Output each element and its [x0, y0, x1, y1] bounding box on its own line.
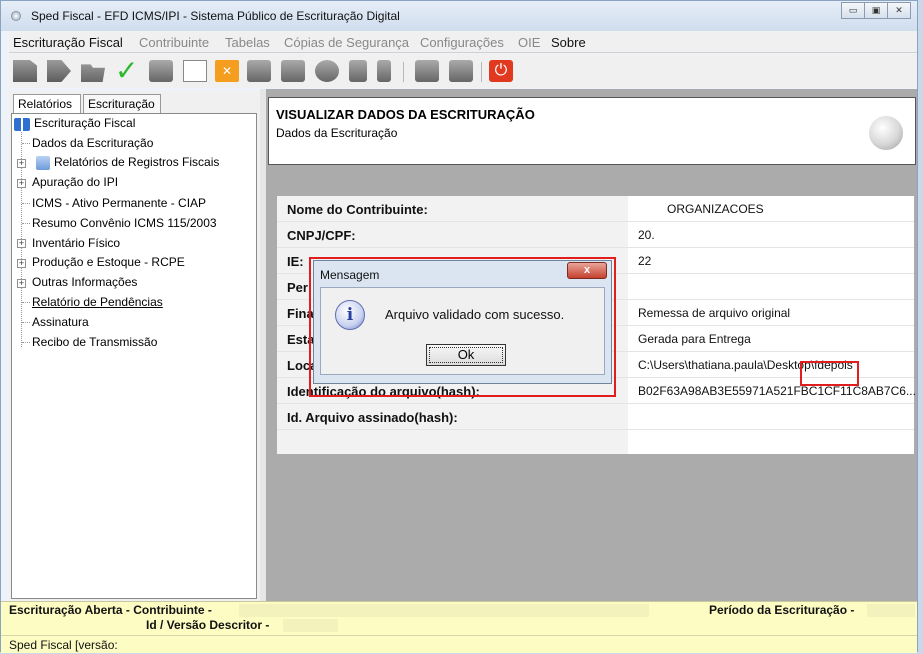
tree-item-producao[interactable]: Produção e Estoque - RCPE	[32, 255, 185, 269]
row-label: Per	[287, 280, 308, 295]
window-title: Sped Fiscal - EFD ICMS/IPI - Sistema Púb…	[31, 9, 400, 23]
expand-icon[interactable]: +	[17, 159, 26, 168]
toolbar-separator	[403, 62, 404, 82]
tree-item-ciap[interactable]: ICMS - Ativo Permanente - CIAP	[32, 196, 206, 210]
dialog-message: Arquivo validado com sucesso.	[385, 307, 565, 322]
save-icon[interactable]	[415, 60, 439, 82]
row-label: IE:	[287, 254, 304, 269]
menu-contribuinte[interactable]: Contribuinte	[139, 35, 209, 50]
info-icon: i	[335, 300, 365, 330]
cancel-x-icon[interactable]: ✕	[215, 60, 239, 82]
tree-item-assinatura[interactable]: Assinatura	[32, 315, 89, 329]
highlight-box-path	[800, 361, 859, 386]
book-icon	[14, 118, 30, 131]
expand-icon[interactable]: +	[17, 179, 26, 188]
ok-button[interactable]: Ok	[426, 344, 506, 366]
row-label: CNPJ/CPF:	[287, 228, 356, 243]
status-contribuinte: Escrituração Aberta - Contribuinte -	[9, 603, 212, 617]
validate-check-icon[interactable]: ✓	[115, 57, 139, 85]
expand-icon[interactable]: +	[17, 259, 26, 268]
tree-item-convenio[interactable]: Resumo Convênio ICMS 115/2003	[32, 216, 217, 230]
window-controls: ▭ ▣ ✕	[841, 2, 911, 19]
expand-icon[interactable]: +	[17, 239, 26, 248]
tree-item-relatorios-registros[interactable]: Relatórios de Registros Fiscais	[54, 155, 219, 169]
tree-root[interactable]: Escrituração Fiscal	[34, 116, 135, 130]
tree-item-dados[interactable]: Dados da Escrituração	[32, 136, 153, 150]
menu-tabelas[interactable]: Tabelas	[225, 35, 270, 50]
exit-power-icon[interactable]: ⏻	[489, 60, 513, 82]
transmit-globe-icon[interactable]	[315, 60, 339, 82]
tab-relatorios[interactable]: Relatórios	[13, 94, 81, 114]
save-as-icon[interactable]	[449, 60, 473, 82]
tree-item-pendencias[interactable]: Relatório de Pendências	[32, 295, 163, 309]
status-bar: Escrituração Aberta - Contribuinte - Per…	[1, 601, 917, 635]
grid-row: CNPJ/CPF: 20.	[277, 222, 914, 248]
menu-sobre[interactable]: Sobre	[551, 35, 586, 50]
close-button[interactable]: ✕	[887, 2, 911, 19]
grid-row: Nome do Contribuinte: ORGANIZACOES	[277, 196, 914, 222]
app-icon	[11, 11, 21, 21]
minimize-button[interactable]: ▭	[841, 2, 865, 19]
mail-icon[interactable]	[349, 60, 367, 82]
menu-configuracoes[interactable]: Configurações	[420, 35, 504, 50]
tree-item-outras[interactable]: Outras Informações	[32, 275, 137, 289]
title-bar: Sped Fiscal - EFD ICMS/IPI - Sistema Púb…	[1, 1, 917, 31]
row-value: ORGANIZACOES	[667, 202, 764, 216]
menu-copias-de-seguranca[interactable]: Cópias de Segurança	[284, 35, 409, 50]
row-value: 22	[638, 254, 652, 268]
row-value: B02F63A98AB3E55971A521FBC1CF11C8AB7C6...	[638, 384, 916, 398]
dialog-body: i Arquivo validado com sucesso. Ok	[320, 287, 605, 375]
dialog-close-button[interactable]: x	[567, 262, 607, 279]
row-value: Remessa de arquivo original	[638, 306, 791, 320]
left-panel: Relatórios Escrituração Escrituração Fis…	[9, 91, 260, 601]
open-folder-icon[interactable]	[81, 64, 105, 82]
page-subtitle: Dados da Escrituração	[276, 126, 398, 140]
globe-icon	[869, 116, 903, 150]
sign-icon[interactable]	[247, 60, 271, 82]
row-label: Id. Arquivo assinado(hash):	[287, 410, 458, 425]
report-tree: Escrituração Fiscal Dados da Escrituraçã…	[11, 113, 257, 599]
import-icon[interactable]	[47, 60, 71, 82]
menu-oie[interactable]: OIE	[518, 35, 540, 50]
status-versao: Sped Fiscal [versão:	[9, 638, 118, 652]
toolbar: ✓ ✕ ⏻	[9, 54, 917, 88]
menu-escrituracao-fiscal[interactable]: Escrituração Fiscal	[13, 35, 123, 50]
tree-item-recibo[interactable]: Recibo de Transmissão	[32, 335, 157, 349]
new-file-icon[interactable]	[13, 60, 37, 82]
tree-item-apuracao-ipi[interactable]: Apuração do IPI	[32, 175, 118, 189]
receipt-icon[interactable]	[377, 60, 391, 82]
notepad-icon[interactable]	[183, 60, 207, 82]
toolbar-separator	[481, 62, 482, 82]
status-versao-descritor: Id / Versão Descritor -	[146, 618, 270, 632]
row-value: 20.	[638, 228, 655, 242]
menu-bar: Escrituração Fiscal Contribuinte Tabelas…	[9, 31, 917, 53]
expand-icon[interactable]: +	[17, 279, 26, 288]
tree-item-inventario[interactable]: Inventário Físico	[32, 236, 120, 250]
page-title: VISUALIZAR DADOS DA ESCRITURAÇÃO	[276, 107, 535, 122]
app-window: Sped Fiscal - EFD ICMS/IPI - Sistema Púb…	[0, 0, 918, 653]
dialog-title: Mensagem	[320, 268, 380, 282]
tab-escrituracao[interactable]: Escrituração	[83, 94, 161, 114]
grid-row: Id. Arquivo assinado(hash):	[277, 404, 914, 430]
sign-batch-icon[interactable]	[281, 60, 305, 82]
maximize-button[interactable]: ▣	[864, 2, 888, 19]
version-bar: Sped Fiscal [versão:	[1, 635, 917, 653]
content-header: VISUALIZAR DADOS DA ESCRITURAÇÃO Dados d…	[268, 97, 916, 165]
message-dialog: Mensagem x i Arquivo validado com sucess…	[313, 260, 612, 384]
row-label: Nome do Contribuinte:	[287, 202, 428, 217]
row-value: Gerada para Entrega	[638, 332, 751, 346]
print-icon[interactable]	[149, 60, 173, 82]
report-page-icon	[36, 156, 50, 170]
status-periodo: Período da Escrituração -	[709, 603, 855, 617]
